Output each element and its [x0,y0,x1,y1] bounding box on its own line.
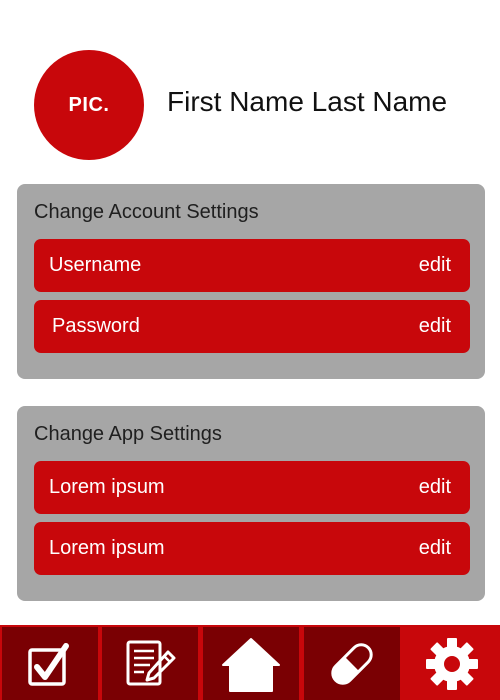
profile-name: First Name Last Name [167,86,448,117]
username-setting-row[interactable]: Username edit [34,239,470,292]
checkbox-icon [28,642,69,686]
profile-header: PIC. First Name Last Name [0,0,500,170]
edit-setting-button[interactable]: edit [419,476,451,499]
setting-label: Username [49,254,142,276]
bottom-nav [0,625,500,700]
app-setting-row[interactable]: Lorem ipsum edit [34,522,470,575]
edit-username-button[interactable]: edit [419,254,451,277]
password-setting-row[interactable]: Password edit [34,300,470,353]
nav-home-button[interactable] [203,627,299,700]
notes-edit-icon [126,640,176,685]
panel-title: Change Account Settings [34,201,259,223]
account-settings-panel: Change Account Settings Username edit Pa… [17,184,485,379]
home-icon [222,637,280,692]
setting-label: Lorem ipsum [49,537,165,559]
panel-title: Change App Settings [34,423,222,445]
edit-password-button[interactable]: edit [419,315,451,338]
nav-settings-button[interactable] [404,627,500,700]
nav-medication-button[interactable] [304,627,400,700]
setting-label: Password [52,315,140,337]
nav-tasks-button[interactable] [2,627,98,700]
nav-notes-button[interactable] [102,627,198,700]
app-settings-panel: Change App Settings Lorem ipsum edit Lor… [17,406,485,601]
avatar[interactable]: PIC. [34,50,144,160]
gear-icon [426,637,478,690]
edit-setting-button[interactable]: edit [419,537,451,560]
app-setting-row[interactable]: Lorem ipsum edit [34,461,470,514]
pill-icon [331,642,373,685]
setting-label: Lorem ipsum [49,476,165,498]
